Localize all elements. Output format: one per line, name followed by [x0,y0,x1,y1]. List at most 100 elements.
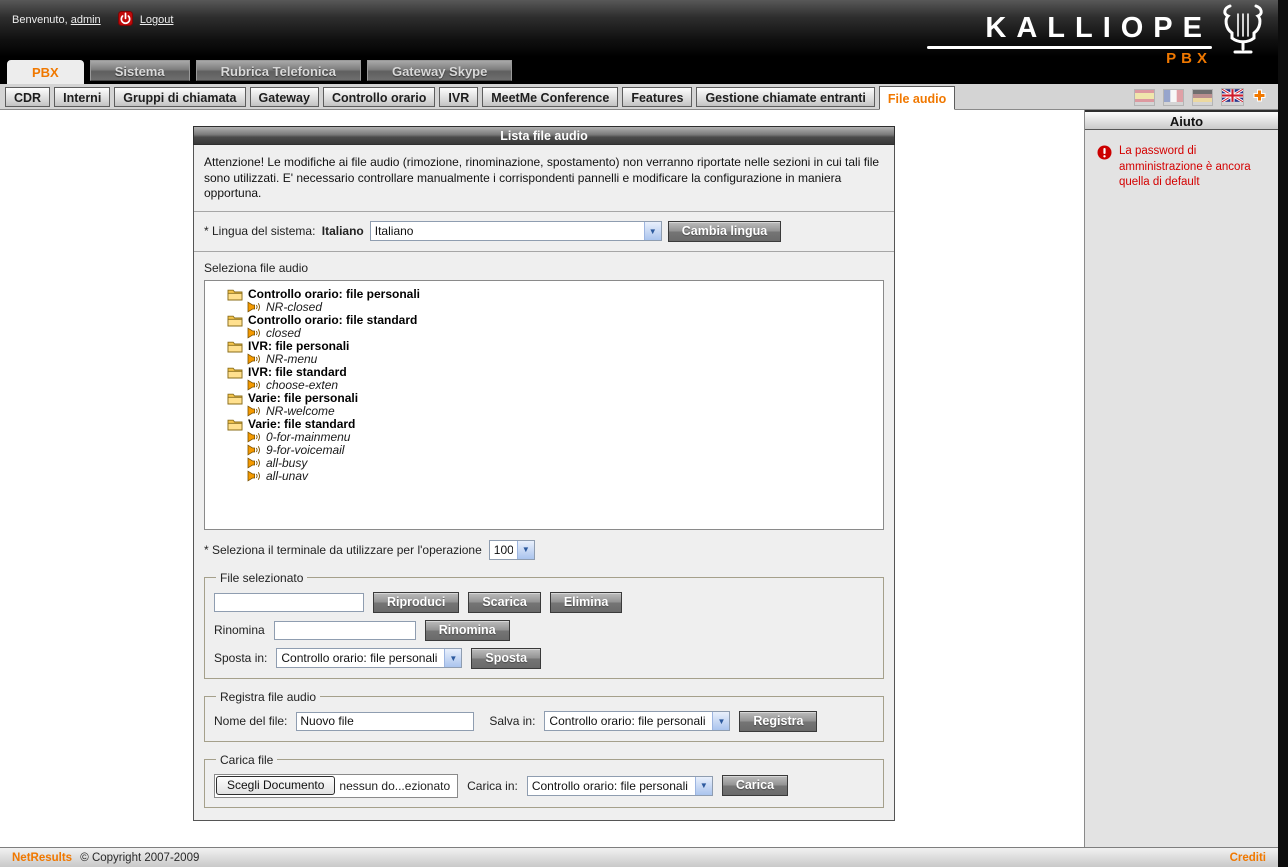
audio-file-icon [247,301,261,313]
tree-audio-file-row[interactable]: 0-for-mainmenu [247,431,877,444]
subtab-interni[interactable]: Interni [54,87,110,107]
terminal-select-row: * Seleziona il terminale da utilizzare p… [204,540,884,560]
logout-link[interactable]: Logout [140,14,174,26]
tree-folder-row[interactable]: IVR: file standard [227,366,877,379]
tree-folder-row[interactable]: Controllo orario: file personali [227,288,877,301]
file-selection-status: nessun do...ezionato [335,779,454,793]
help-title: Aiuto [1085,110,1288,130]
panel-title: Lista file audio [193,126,895,145]
tree-audio-file-row[interactable]: NR-welcome [247,405,877,418]
tree-audio-file-row[interactable]: choose-exten [247,379,877,392]
upload-to-label: Carica in: [467,779,518,793]
subtab-ivr[interactable]: IVR [439,87,478,107]
rename-button[interactable]: Rinomina [425,620,510,641]
tab-pbx[interactable]: PBX [7,60,84,84]
language-switcher [1135,89,1266,105]
flag-germany-icon[interactable] [1193,90,1212,105]
change-language-button[interactable]: Cambia lingua [668,221,781,242]
tree-folder-row[interactable]: Varie: file standard [227,418,877,431]
choose-file-button[interactable]: Scegli Documento [216,776,335,795]
subtab-gestione-chiamate-entranti[interactable]: Gestione chiamate entranti [696,87,874,107]
credits-link[interactable]: Crediti [1230,852,1266,864]
subtab-meetme-conference[interactable]: MeetMe Conference [482,87,618,107]
file-input[interactable]: Scegli Documento nessun do...ezionato [214,774,458,798]
add-language-icon[interactable] [1253,89,1266,105]
save-destination-select[interactable]: Controllo orario: file personali ▼ [544,711,730,731]
audio-file-icon [247,405,261,417]
tree-audio-file-row[interactable]: NR-closed [247,301,877,314]
audio-file-tree[interactable]: Controllo orario: file personali NR-clos… [204,280,884,530]
record-button[interactable]: Registra [739,711,817,732]
subtab-file-audio[interactable]: File audio [879,86,955,110]
tree-folder-row[interactable]: IVR: file personali [227,340,877,353]
main-content: Lista file audio Attenzione! Le modifich… [0,110,1085,847]
tree-section-label: Seleziona file audio [204,261,884,275]
logo-wordmark: KALLIOPE [985,14,1212,43]
select-arrow-icon: ▼ [712,712,729,730]
username-link[interactable]: admin [71,14,101,26]
help-sidebar: Aiuto La password di amministrazione è a… [1085,110,1288,847]
subtab-gateway[interactable]: Gateway [250,87,319,107]
selected-file-input[interactable] [214,593,364,612]
terminal-select[interactable]: 100 ▼ [489,540,535,560]
tree-audio-file-row[interactable]: closed [247,327,877,340]
terminal-label: * Seleziona il terminale da utilizzare p… [204,543,482,557]
panel-warning-text: Attenzione! Le modifiche ai file audio (… [204,155,884,202]
subtab-features[interactable]: Features [622,87,692,107]
move-button[interactable]: Sposta [471,648,541,669]
system-language-select[interactable]: Italiano ▼ [370,221,662,241]
record-audio-legend: Registra file audio [216,690,320,704]
subtab-gruppi-di-chiamata[interactable]: Gruppi di chiamata [114,87,245,107]
record-name-input[interactable] [296,712,474,731]
file-name-label: Nome del file: [214,714,287,728]
tree-folder-row[interactable]: Varie: file personali [227,392,877,405]
divider [194,211,894,212]
rename-input[interactable] [274,621,416,640]
download-button[interactable]: Scarica [468,592,540,613]
tree-audio-file-row[interactable]: 9-for-voicemail [247,444,877,457]
subtab-cdr[interactable]: CDR [5,87,50,107]
upload-file-legend: Carica file [216,753,277,767]
flag-spain-icon[interactable] [1135,90,1154,105]
folder-icon [227,366,243,379]
audio-file-icon [247,444,261,456]
tree-audio-file-row[interactable]: all-unav [247,470,877,483]
delete-button[interactable]: Elimina [550,592,622,613]
upload-destination-select[interactable]: Controllo orario: file personali ▼ [527,776,713,796]
right-edge-strip [1278,0,1288,867]
upload-button[interactable]: Carica [722,775,788,796]
folder-icon [227,314,243,327]
play-button[interactable]: Riproduci [373,592,459,613]
rename-label: Rinomina [214,623,265,637]
folder-icon [227,418,243,431]
subtab-controllo-orario[interactable]: Controllo orario [323,87,435,107]
logo-underline [927,46,1212,49]
move-destination-select[interactable]: Controllo orario: file personali ▼ [276,648,462,668]
default-password-warning: La password di amministrazione è ancora … [1119,144,1269,191]
tree-folder-row[interactable]: Controllo orario: file standard [227,314,877,327]
tree-audio-file-row[interactable]: NR-menu [247,353,877,366]
logo-pbx-text: PBX [1166,50,1212,67]
tab-gateway-skype[interactable]: Gateway Skype [367,60,512,81]
record-audio-fieldset: Registra file audio Nome del file: Salva… [204,690,884,742]
audio-file-icon [247,431,261,443]
power-icon [118,11,133,29]
lyre-icon [1220,2,1266,59]
tab-rubrica-telefonica[interactable]: Rubrica Telefonica [196,60,361,81]
folder-icon [227,340,243,353]
warning-icon [1097,145,1112,191]
tree-audio-file-row[interactable]: all-busy [247,457,877,470]
select-arrow-icon: ▼ [517,541,534,559]
flag-united-kingdom-icon[interactable] [1222,89,1243,105]
selected-file-legend: File selezionato [216,571,307,585]
audio-file-icon [247,470,261,482]
system-language-row: * Lingua del sistema: Italiano Italiano … [204,221,884,242]
tab-sistema[interactable]: Sistema [90,60,190,81]
flag-france-icon[interactable] [1164,90,1183,105]
folder-icon [227,392,243,405]
audio-file-icon [247,327,261,339]
netresults-brand[interactable]: NetResults [12,852,72,864]
folder-icon [227,288,243,301]
selected-file-fieldset: File selezionato Riproduci Scarica Elimi… [204,571,884,679]
kalliope-pbx-page: Benvenuto, admin Logout KALLIOPE PBX PBX… [0,0,1288,867]
